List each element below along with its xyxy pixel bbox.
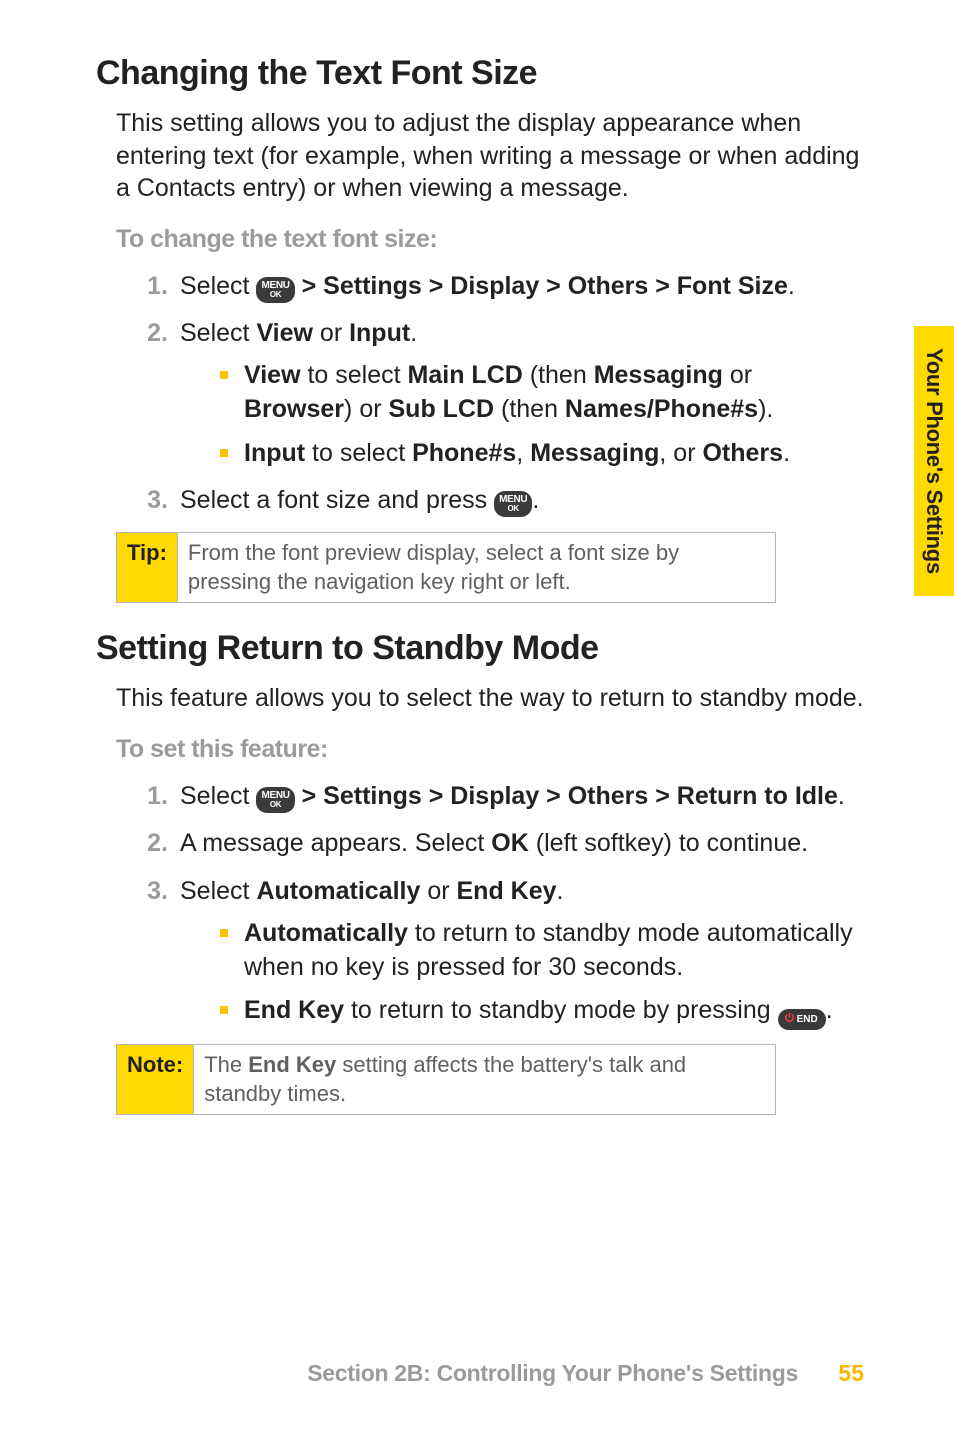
note-content: The End Key setting affects the battery'… [194,1044,776,1114]
step-2-standby: 2. A message appears. Select OK (left so… [132,827,864,861]
note-box: Note: The End Key setting affects the ba… [116,1044,776,1115]
intro-changing-font: This setting allows you to adjust the di… [96,107,864,205]
side-tab-label: Your Phone's Settings [921,348,947,574]
menu-ok-icon: MENUOK [256,277,294,303]
footer-section: Section 2B: Controlling Your Phone's Set… [307,1360,798,1386]
subhead-change-font: To change the text font size: [96,225,864,254]
side-tab: Your Phone's Settings [914,326,954,596]
intro-standby: This feature allows you to select the wa… [96,682,864,715]
bullet-auto: Automatically to return to standby mode … [220,917,864,985]
menu-ok-icon: MENUOK [494,491,532,517]
step-1-font: 1. Select MENUOK > Settings > Display > … [132,270,864,304]
heading-changing-font: Changing the Text Font Size [96,54,864,93]
tip-box: Tip: From the font preview display, sele… [116,532,776,603]
note-label: Note: [117,1044,194,1114]
step-1-standby: 1. Select MENUOK > Settings > Display > … [132,780,864,814]
tip-label: Tip: [117,533,178,603]
heading-standby: Setting Return to Standby Mode [96,629,864,668]
menu-ok-icon: MENUOK [256,787,294,813]
step-3-font: 3. Select a font size and press MENUOK. [132,484,864,518]
page-footer: Section 2B: Controlling Your Phone's Set… [96,1360,864,1387]
end-key-icon: END [778,1009,826,1030]
bullet-view: View to select Main LCD (then Messaging … [220,359,864,427]
bullet-input: Input to select Phone#s, Messaging, or O… [220,437,864,471]
bullet-endkey: End Key to return to standby mode by pre… [220,994,864,1030]
step-3-standby: 3. Select Automatically or End Key. Auto… [132,875,864,1030]
step-2-font: 2. Select View or Input. View to select … [132,317,864,470]
tip-content: From the font preview display, select a … [177,533,775,603]
page-number: 55 [838,1360,864,1386]
subhead-standby: To set this feature: [96,735,864,764]
